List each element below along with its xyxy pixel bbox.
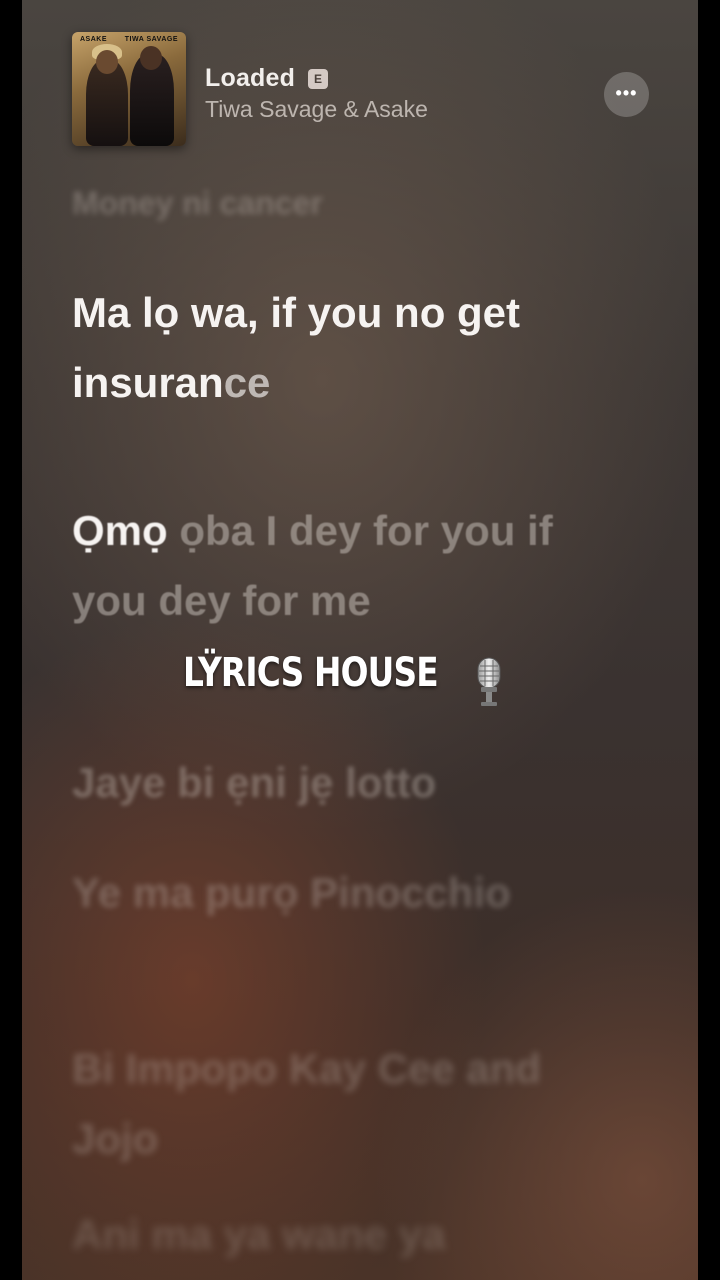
- watermark-text: LŸRICS HOUSE: [183, 650, 439, 696]
- lyric-line-upcoming[interactable]: Ye ma purọ Pinocchio: [72, 858, 592, 928]
- lyric-line-upcoming[interactable]: Ani ma ya wane ya: [72, 1200, 592, 1270]
- artist-name[interactable]: Tiwa Savage & Asake: [205, 96, 428, 123]
- lyric-line-active[interactable]: Ma lọ wa, if you no get insurance: [72, 278, 592, 418]
- album-art-figure-head-left: [96, 50, 118, 74]
- lyric-line-upcoming[interactable]: Bi Impopo Kay Cee and Jojo: [72, 1034, 592, 1174]
- more-options-button[interactable]: •••: [604, 72, 649, 117]
- song-title: Loaded: [205, 64, 296, 92]
- microphone-icon: [477, 657, 501, 706]
- album-art-left-text: ASAKE: [80, 36, 108, 43]
- album-art-figure-head-right: [140, 46, 162, 70]
- lyric-active-remaining: ce: [223, 359, 271, 406]
- album-art-right-text: TIWA SAVAGE: [124, 36, 178, 43]
- lyric-line-upcoming[interactable]: Jaye bi ẹni jẹ lotto: [72, 748, 592, 818]
- lyric-line-next[interactable]: Ọmọ ọba I dey for you if you dey for me: [72, 496, 592, 636]
- album-art[interactable]: ASAKE TIWA SAVAGE: [72, 32, 186, 146]
- explicit-badge: E: [308, 69, 328, 89]
- lyric-next-highlighted: Ọmọ: [72, 507, 168, 554]
- lyric-active-sung: Ma lọ wa, if you no get insuran: [72, 289, 521, 406]
- lyric-line-previous[interactable]: Money ni cancer: [72, 178, 592, 228]
- lyrics-screen: ASAKE TIWA SAVAGE Loaded E Tiwa Savage &…: [22, 0, 698, 1280]
